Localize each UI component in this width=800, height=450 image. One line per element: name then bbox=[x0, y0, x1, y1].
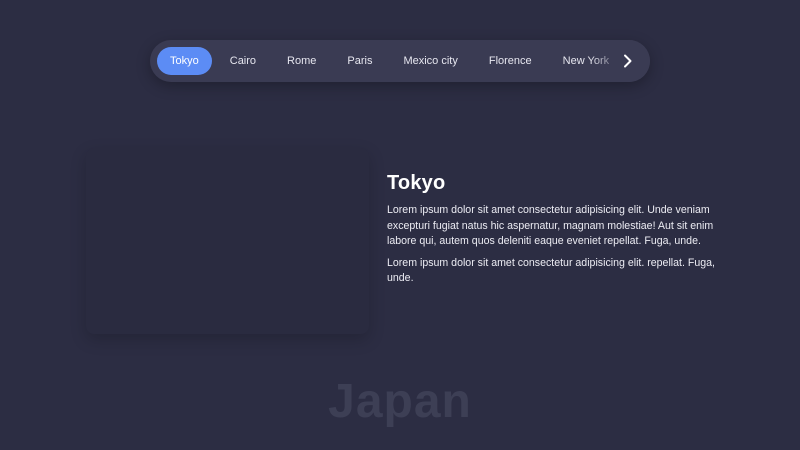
tab-mexico-city[interactable]: Mexico city bbox=[390, 47, 470, 75]
city-description-2: Lorem ipsum dolor sit amet consectetur a… bbox=[387, 256, 715, 285]
tab-florence[interactable]: Florence bbox=[476, 47, 545, 75]
city-description-1: Lorem ipsum dolor sit amet consectetur a… bbox=[387, 204, 714, 247]
tab-cairo[interactable]: Cairo bbox=[217, 47, 269, 75]
city-content: Tokyo Lorem ipsum dolor sit amet consect… bbox=[387, 172, 717, 293]
tab-tokyo[interactable]: Tokyo bbox=[157, 47, 212, 75]
city-tab-bar: Tokyo Cairo Rome Paris Mexico city Flore… bbox=[150, 40, 650, 82]
city-title: Tokyo bbox=[387, 172, 446, 194]
tab-paris[interactable]: Paris bbox=[334, 47, 385, 75]
chevron-right-icon bbox=[624, 54, 632, 68]
country-watermark: Japan bbox=[328, 375, 472, 428]
tab-new-york[interactable]: New York bbox=[550, 47, 622, 75]
scroll-next-button[interactable] bbox=[614, 47, 642, 75]
tab-rome[interactable]: Rome bbox=[274, 47, 329, 75]
city-tabs: Tokyo Cairo Rome Paris Mexico city Flore… bbox=[157, 47, 627, 75]
city-image-card bbox=[86, 148, 369, 334]
